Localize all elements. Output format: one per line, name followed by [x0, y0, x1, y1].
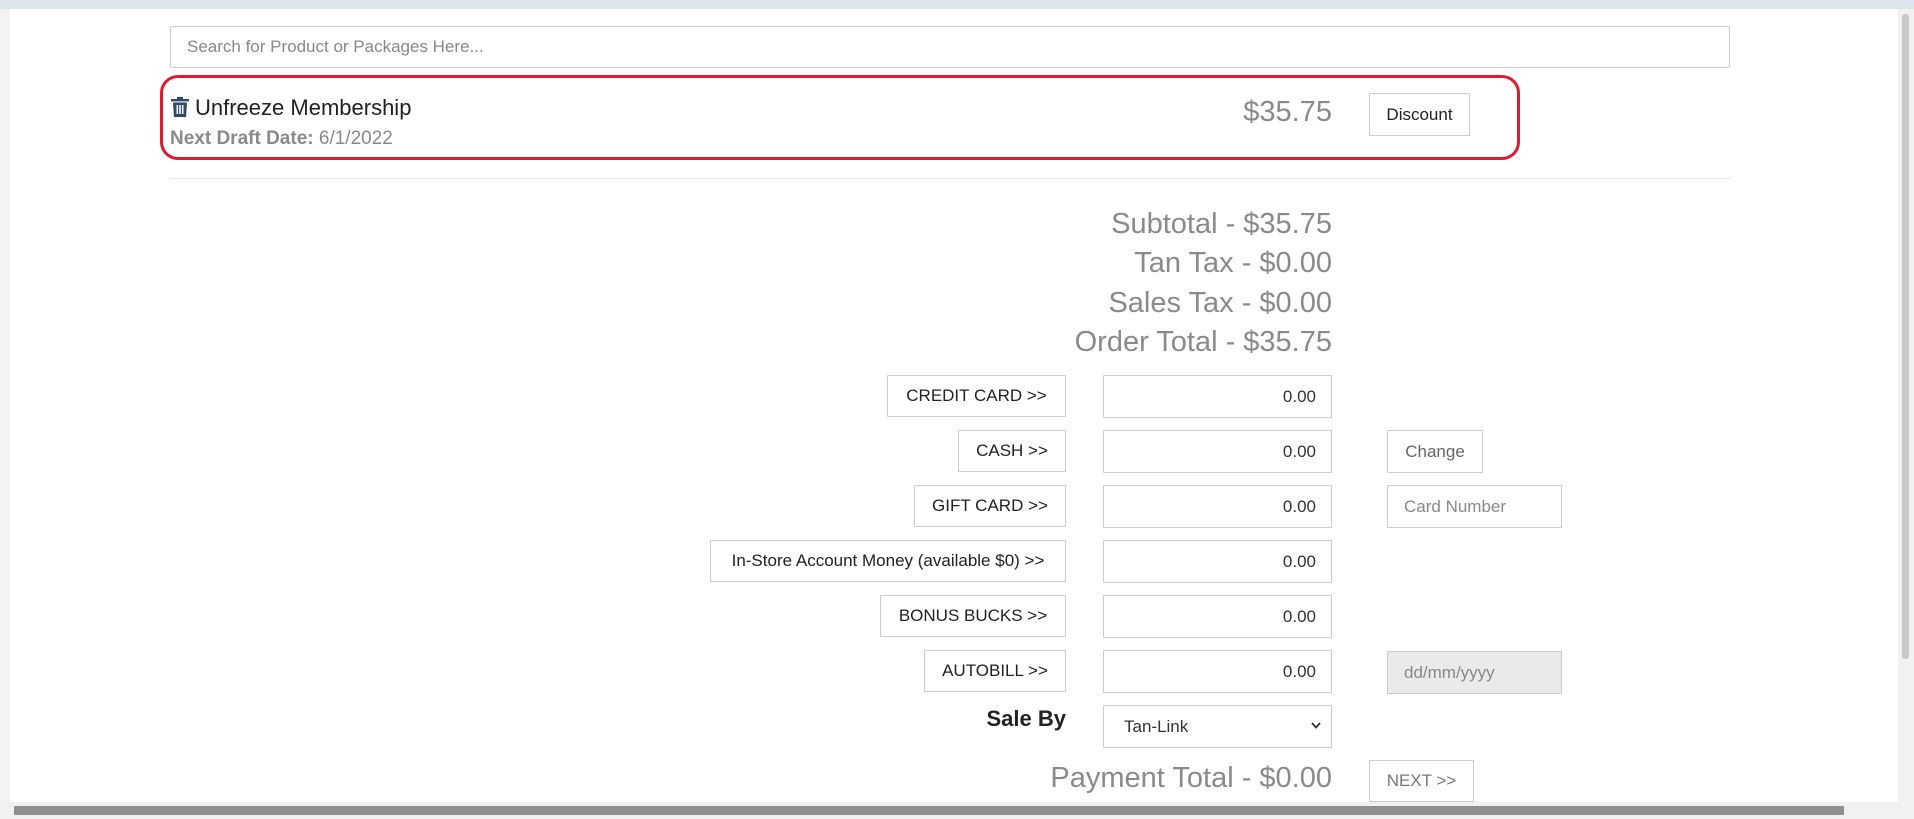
next-draft-label: Next Draft Date:	[170, 128, 314, 149]
in-store-account-button[interactable]: In-Store Account Money (available $0) >>	[710, 540, 1066, 582]
chevron-down-icon	[1311, 722, 1321, 729]
in-store-account-amount-input[interactable]	[1103, 540, 1332, 583]
bonus-bucks-amount-input[interactable]	[1103, 595, 1332, 638]
cash-button[interactable]: CASH >>	[958, 430, 1066, 472]
sale-by-selected: Tan-Link	[1124, 716, 1189, 736]
gift-card-button[interactable]: GIFT CARD >>	[914, 485, 1066, 527]
order-total: Order Total - $35.75	[1074, 326, 1332, 358]
gift-card-amount-input[interactable]	[1103, 485, 1332, 528]
autobill-date-input[interactable]	[1387, 651, 1562, 694]
autobill-amount-input[interactable]	[1103, 650, 1332, 693]
left-edge	[0, 9, 10, 809]
change-button[interactable]: Change	[1387, 430, 1483, 473]
bonus-bucks-button[interactable]: BONUS BUCKS >>	[880, 595, 1066, 637]
next-draft-date: Next Draft Date: 6/1/2022	[170, 128, 393, 150]
credit-card-amount-input[interactable]	[1103, 375, 1332, 418]
credit-card-button[interactable]: CREDIT CARD >>	[887, 375, 1066, 417]
subtotal: Subtotal - $35.75	[1111, 208, 1332, 240]
vertical-scrollbar-thumb[interactable]	[1902, 14, 1909, 659]
sales-tax: Sales Tax - $0.00	[1108, 287, 1332, 319]
payment-total: Payment Total - $0.00	[1050, 762, 1332, 794]
next-draft-value: 6/1/2022	[318, 128, 393, 149]
discount-button[interactable]: Discount	[1369, 93, 1470, 136]
product-search-input[interactable]	[170, 26, 1730, 68]
cart-item-price: $35.75	[1243, 96, 1332, 128]
cash-amount-input[interactable]	[1103, 430, 1332, 473]
sale-by-select[interactable]: Tan-Link	[1103, 705, 1332, 748]
cart-divider	[170, 178, 1730, 179]
sale-by-label: Sale By	[986, 706, 1067, 731]
tan-tax: Tan Tax - $0.00	[1134, 247, 1332, 279]
trash-icon[interactable]	[171, 97, 189, 117]
autobill-button[interactable]: AUTOBILL >>	[924, 650, 1066, 692]
cart-item-name: Unfreeze Membership	[195, 95, 412, 120]
card-number-input[interactable]	[1387, 485, 1562, 528]
horizontal-scrollbar-thumb[interactable]	[14, 806, 1844, 815]
next-button[interactable]: NEXT >>	[1369, 760, 1474, 802]
